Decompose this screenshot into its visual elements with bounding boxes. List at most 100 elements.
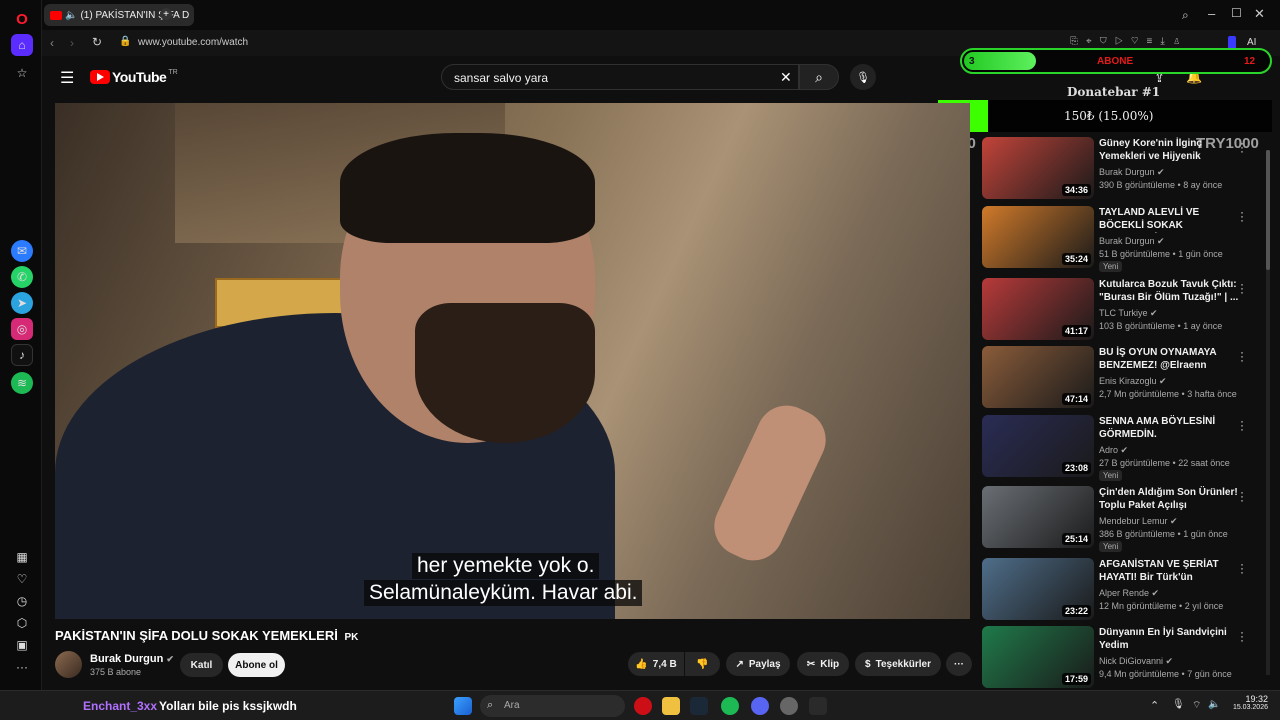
suggestion-item[interactable]: 23:22 AFGANİSTAN VE ŞERİAT HAYATI! Bir Tü… xyxy=(982,558,1252,620)
suggestion-title[interactable]: Güney Kore'nin İlginç Yemekleri ve Hijye… xyxy=(1099,137,1239,164)
subscribe-button[interactable]: Abone ol xyxy=(228,653,285,677)
voice-search-button[interactable]: 🎙 xyxy=(850,64,876,90)
more-actions-button[interactable]: ··· xyxy=(946,652,972,676)
suggestion-title[interactable]: Çin'den Aldığım Son Ürünler! Toplu Paket… xyxy=(1099,486,1239,512)
url-field[interactable]: www.youtube.com/watch xyxy=(138,37,248,48)
suggestion-menu-icon[interactable]: · · · xyxy=(1240,206,1244,226)
forward-icon[interactable]: › xyxy=(70,36,74,50)
suggestion-thumbnail[interactable]: 25:14 xyxy=(982,486,1094,548)
home-icon[interactable]: ⌂ xyxy=(11,34,33,56)
toolbar-icons[interactable]: ⎘⌖⛉▷♡≡⤓♙ xyxy=(1070,36,1189,47)
volume-icon[interactable]: 🔈 xyxy=(1208,699,1220,710)
bookmark-star-icon[interactable]: ☆ xyxy=(11,62,33,84)
suggestion-channel[interactable]: Nick DiGiovanni ✔ xyxy=(1099,656,1173,667)
clip-button[interactable]: ✂ Klip xyxy=(797,652,849,676)
suggestion-item[interactable]: 23:08 SENNA AMA BÖYLESİNİ GÖRMEDİN. Adro ✔… xyxy=(982,415,1252,481)
settings-gear-icon[interactable] xyxy=(780,697,798,715)
opera-taskbar-icon[interactable] xyxy=(634,697,652,715)
dislike-button[interactable]: 👎 xyxy=(685,652,720,676)
apps-icon[interactable]: ▦ xyxy=(11,546,33,568)
file-explorer-icon[interactable] xyxy=(662,697,680,715)
wifi-icon[interactable]: ⌔ xyxy=(1192,699,1201,712)
pin-icon[interactable]: ▣ xyxy=(11,634,33,656)
suggestion-title[interactable]: Dünyanın En İyi Sandviçini Yedim xyxy=(1099,626,1239,652)
suggestion-channel[interactable]: Burak Durgun ✔ xyxy=(1099,167,1165,178)
clear-search-icon[interactable]: ✕ xyxy=(780,69,792,86)
search-button[interactable]: ⌕ xyxy=(799,64,839,90)
spotify-taskbar-icon[interactable] xyxy=(721,697,739,715)
suggestion-menu-icon[interactable]: · · · xyxy=(1240,346,1244,366)
suggestion-item[interactable]: 35:24 TAYLAND ALEVLİ VE BÖCEKLİ SOKAK YEM… xyxy=(982,206,1252,272)
minimize-button[interactable]: – xyxy=(1208,6,1215,21)
windows-start-icon[interactable] xyxy=(454,697,472,715)
suggestion-channel[interactable]: Enis Kirazoglu ✔ xyxy=(1099,376,1167,387)
suggestion-menu-icon[interactable]: · · · xyxy=(1240,137,1244,157)
history-icon[interactable]: ◷ xyxy=(11,590,33,612)
channel-name[interactable]: Burak Durgun ✔ xyxy=(90,653,174,665)
suggestion-thumbnail[interactable]: 35:24 xyxy=(982,206,1094,268)
search-tabs-icon[interactable]: ⌕ xyxy=(1182,8,1189,23)
discord-icon[interactable] xyxy=(751,697,769,715)
messenger-icon[interactable]: ✉ xyxy=(11,240,33,262)
scrollbar-track[interactable] xyxy=(1266,150,1270,675)
suggestion-title[interactable]: AFGANİSTAN VE ŞERİAT HAYATI! Bir Türk'ün… xyxy=(1099,558,1239,585)
close-window-button[interactable]: ✕ xyxy=(1254,6,1265,22)
box-icon[interactable]: ⬡ xyxy=(11,612,33,634)
taskbar-search[interactable]: Ara xyxy=(480,695,625,717)
suggestion-thumbnail[interactable]: 47:14 xyxy=(982,346,1094,408)
suggestion-channel[interactable]: TLC Turkiye ✔ xyxy=(1099,308,1158,319)
suggestion-title[interactable]: TAYLAND ALEVLİ VE BÖCEKLİ SOKAK YEMEKLER… xyxy=(1099,206,1239,233)
suggestion-channel[interactable]: Alper Rende ✔ xyxy=(1099,588,1159,599)
suggestion-menu-icon[interactable]: · · · xyxy=(1240,415,1244,435)
instagram-icon[interactable]: ◎ xyxy=(11,318,33,340)
suggestion-item[interactable]: 47:14 BU İŞ OYUN OYNAMAYA BENZEMEZ! @Elra… xyxy=(982,346,1252,408)
suggestion-item[interactable]: 17:59 Dünyanın En İyi Sandviçini Yedim Nic… xyxy=(982,626,1252,688)
spotify-icon[interactable]: ≋ xyxy=(11,372,33,394)
suggestion-item[interactable]: 34:36 Güney Kore'nin İlginç Yemekleri ve … xyxy=(982,137,1252,199)
join-button[interactable]: Katıl xyxy=(180,653,223,677)
suggestion-thumbnail[interactable]: 23:22 xyxy=(982,558,1094,620)
whatsapp-icon[interactable]: ✆ xyxy=(11,266,33,288)
reload-icon[interactable]: ↻ xyxy=(92,35,102,49)
suggestion-channel[interactable]: Mendebur Lemur ✔ xyxy=(1099,516,1178,527)
suggestion-menu-icon[interactable]: · · · xyxy=(1240,558,1244,578)
channel-avatar[interactable] xyxy=(55,651,82,678)
tray-mic-icon[interactable]: 🎙 xyxy=(1172,699,1185,710)
suggestion-item[interactable]: 41:17 Kutularca Bozuk Tavuk Çıktı: "Buras… xyxy=(982,278,1252,340)
suggestion-title[interactable]: BU İŞ OYUN OYNAMAYA BENZEMEZ! @Elraenn Y… xyxy=(1099,346,1239,373)
suggestion-title[interactable]: SENNA AMA BÖYLESİNİ GÖRMEDİN. xyxy=(1099,415,1239,441)
search-input[interactable]: sansar salvo yara xyxy=(441,64,799,90)
suggestion-thumbnail[interactable]: 41:17 xyxy=(982,278,1094,340)
clock[interactable]: 19:32 15.03.2026 xyxy=(1232,694,1268,711)
maximize-button[interactable]: ☐ xyxy=(1231,6,1242,20)
tray-arrow-icon[interactable]: ⌃ xyxy=(1150,699,1159,712)
steam-icon[interactable] xyxy=(690,697,708,715)
suggestion-title[interactable]: Kutularca Bozuk Tavuk Çıktı: "Burası Bir… xyxy=(1099,278,1239,304)
telegram-icon[interactable]: ➤ xyxy=(11,292,33,314)
youtube-play-icon xyxy=(90,70,110,84)
suggestion-thumbnail[interactable]: 17:59 xyxy=(982,626,1094,688)
suggestion-menu-icon[interactable]: · · · xyxy=(1240,626,1244,646)
suggestion-thumbnail[interactable]: 34:36 xyxy=(982,137,1094,199)
video-player[interactable] xyxy=(55,103,970,619)
suggestion-thumbnail[interactable]: 23:08 xyxy=(982,415,1094,477)
app-icon[interactable] xyxy=(809,697,827,715)
suggestion-item[interactable]: 25:14 Çin'den Aldığım Son Ürünler! Toplu … xyxy=(982,486,1252,552)
back-icon[interactable]: ‹ xyxy=(50,36,54,50)
suggestion-channel[interactable]: Burak Durgun ✔ xyxy=(1099,236,1165,247)
new-tab-button[interactable]: + xyxy=(160,8,172,20)
share-button[interactable]: ↗ Paylaş xyxy=(726,652,790,676)
like-button[interactable]: 👍 7,4 B xyxy=(628,652,684,676)
suggestion-menu-icon[interactable]: · · · xyxy=(1240,486,1244,506)
thanks-button[interactable]: $ Teşekkürler xyxy=(855,652,941,676)
more-icon[interactable]: ··· xyxy=(11,656,33,678)
aria-ai-button[interactable]: AI xyxy=(1247,37,1256,48)
heart-icon[interactable]: ♡ xyxy=(11,568,33,590)
youtube-logo[interactable]: YouTube TR xyxy=(90,69,178,85)
opera-logo-icon[interactable]: O xyxy=(11,8,33,30)
suggestion-channel[interactable]: Adro ✔ xyxy=(1099,445,1128,456)
suggestion-menu-icon[interactable]: · · · xyxy=(1240,278,1244,298)
tiktok-icon[interactable]: ♪ xyxy=(11,344,33,366)
menu-icon[interactable]: ☰ xyxy=(60,68,74,88)
mic-icon: 🎙 xyxy=(856,71,870,84)
